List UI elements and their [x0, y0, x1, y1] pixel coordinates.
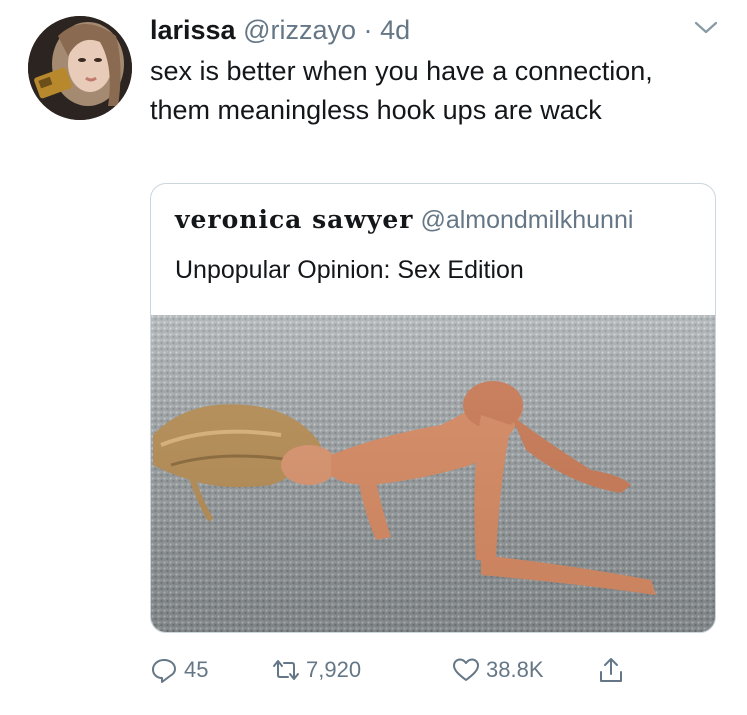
- avatar-image: [28, 16, 132, 120]
- quoted-tweet-text: Unpopular Opinion: Sex Edition: [175, 256, 524, 284]
- reply-count: 45: [184, 657, 209, 682]
- author-name[interactable]: larissa: [150, 15, 236, 45]
- quoted-tweet[interactable]: veronica sawyer @almondmilkhunni Unpopul…: [150, 183, 716, 633]
- share-icon: [600, 658, 622, 682]
- share-button[interactable]: [597, 650, 631, 690]
- like-button[interactable]: 38.8K: [452, 650, 544, 690]
- like-count: 38.8K: [486, 657, 544, 682]
- quoted-tweet-image[interactable]: [151, 315, 715, 632]
- quoted-author-name: veronica sawyer: [175, 205, 414, 234]
- quoted-author-handle: @almondmilkhunni: [420, 206, 634, 234]
- meta-separator: ·: [363, 15, 373, 45]
- reply-button[interactable]: 45: [150, 650, 208, 690]
- retweet-icon: [273, 660, 299, 680]
- tweet-actions: 45 7,920 38.8K: [150, 650, 710, 690]
- chevron-down-icon[interactable]: [693, 18, 719, 38]
- avatar[interactable]: [28, 16, 132, 120]
- tweet-text: sex is better when you have a connection…: [150, 56, 653, 125]
- retweet-count: 7,920: [306, 657, 362, 682]
- author-handle[interactable]: @rizzayo: [243, 15, 356, 45]
- reply-icon: [152, 659, 176, 683]
- tweet-age[interactable]: 4d: [380, 15, 410, 45]
- retweet-button[interactable]: 7,920: [272, 650, 361, 690]
- heart-icon: [453, 658, 479, 681]
- quoted-tweet-header: veronica sawyer @almondmilkhunni: [175, 204, 633, 236]
- tweet-header: larissa @rizzayo · 4d: [150, 14, 707, 46]
